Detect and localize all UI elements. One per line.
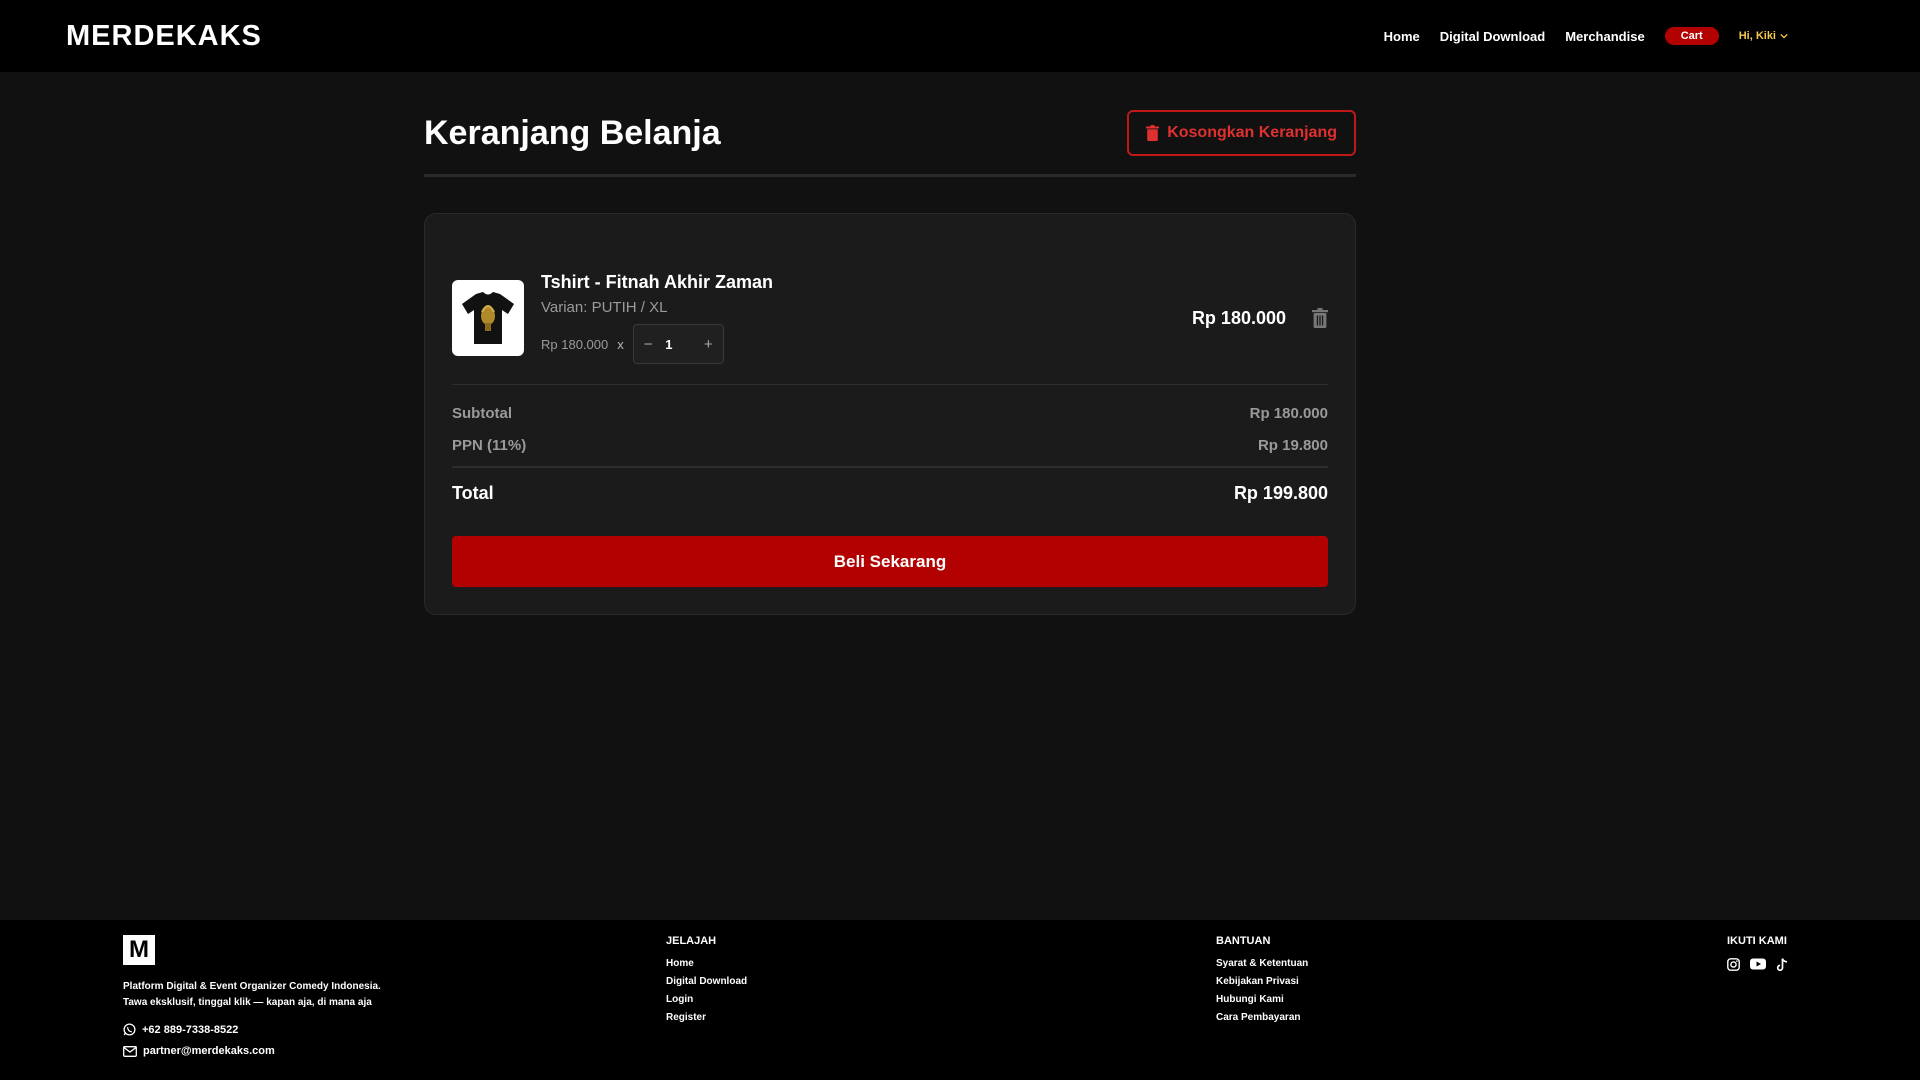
multiply-sign: x bbox=[617, 336, 624, 352]
item-name: Tshirt - Fitnah Akhir Zaman bbox=[541, 272, 774, 292]
tiktok-icon bbox=[1776, 958, 1788, 972]
cart-page: Keranjang Belanja Kosongkan Keranjang Ts bbox=[424, 72, 1356, 615]
social-links bbox=[1727, 958, 1788, 972]
footer-explore: JELAJAH Home Digital Download Login Regi… bbox=[666, 935, 747, 1030]
youtube-icon bbox=[1750, 958, 1766, 970]
footer-link-payment[interactable]: Cara Pembayaran bbox=[1216, 1012, 1308, 1023]
footer: M Platform Digital & Event Organizer Com… bbox=[0, 920, 1920, 1080]
tax-value: Rp 19.800 bbox=[1257, 437, 1328, 454]
empty-cart-button[interactable]: Kosongkan Keranjang bbox=[1127, 110, 1356, 156]
footer-link-digital-download[interactable]: Digital Download bbox=[666, 976, 747, 987]
whatsapp-icon bbox=[123, 1023, 136, 1036]
tax-row: PPN (11%) Rp 19.800 bbox=[452, 437, 1328, 468]
footer-link-register[interactable]: Register bbox=[666, 1012, 747, 1023]
explore-heading: JELAJAH bbox=[666, 935, 717, 947]
nav-home-link[interactable]: Home bbox=[1384, 29, 1420, 44]
item-info: Tshirt - Fitnah Akhir Zaman Varian: PUTI… bbox=[541, 272, 1192, 364]
tiktok-link[interactable] bbox=[1776, 958, 1788, 972]
instagram-icon bbox=[1727, 958, 1740, 971]
item-line-total: Rp 180.000 bbox=[1191, 307, 1286, 328]
help-heading: BANTUAN bbox=[1216, 935, 1271, 947]
footer-help: BANTUAN Syarat & Ketentuan Kebijakan Pri… bbox=[1216, 935, 1308, 1030]
total-value: Rp 199.800 bbox=[1233, 483, 1328, 503]
nav-links: Home Digital Download Merchandise Cart H… bbox=[1384, 27, 1788, 45]
product-thumbnail[interactable] bbox=[452, 280, 524, 356]
footer-email[interactable]: partner@merdekaks.com bbox=[123, 1045, 381, 1057]
footer-tagline: Platform Digital & Event Organizer Comed… bbox=[123, 979, 381, 1011]
quantity-stepper: − 1 + bbox=[632, 324, 724, 364]
follow-heading: IKUTI KAMI bbox=[1727, 935, 1787, 947]
trash-icon bbox=[1146, 125, 1160, 141]
navbar: MERDEKAKS Home Digital Download Merchand… bbox=[0, 0, 1920, 72]
total-label: Total bbox=[452, 483, 494, 503]
footer-link-login[interactable]: Login bbox=[666, 994, 747, 1005]
remove-item-button[interactable] bbox=[1312, 308, 1328, 328]
quantity-value[interactable]: 1 bbox=[665, 337, 691, 352]
cart-item: Tshirt - Fitnah Akhir Zaman Varian: PUTI… bbox=[452, 272, 1328, 385]
brand-logo[interactable]: MERDEKAKS bbox=[66, 20, 262, 53]
user-greeting: Hi, Kiki bbox=[1738, 30, 1776, 42]
tagline-line-1: Platform Digital & Event Organizer Comed… bbox=[123, 981, 381, 992]
nav-merchandise-link[interactable]: Merchandise bbox=[1565, 29, 1644, 44]
email-address: partner@merdekaks.com bbox=[143, 1045, 275, 1057]
youtube-link[interactable] bbox=[1750, 958, 1766, 972]
footer-brand: M Platform Digital & Event Organizer Com… bbox=[123, 935, 381, 1057]
chevron-down-icon bbox=[1780, 33, 1788, 39]
cart-card: Tshirt - Fitnah Akhir Zaman Varian: PUTI… bbox=[424, 213, 1356, 615]
footer-phone[interactable]: +62 889-7338-8522 bbox=[123, 1023, 381, 1036]
cart-button[interactable]: Cart bbox=[1664, 27, 1719, 45]
trash-icon bbox=[1312, 308, 1328, 328]
item-variant: Varian: PUTIH / XL bbox=[541, 299, 668, 316]
instagram-link[interactable] bbox=[1727, 958, 1740, 972]
page-title: Keranjang Belanja bbox=[424, 113, 721, 152]
empty-cart-label: Kosongkan Keranjang bbox=[1167, 124, 1337, 141]
footer-logo[interactable]: M bbox=[123, 935, 155, 965]
footer-follow: IKUTI KAMI bbox=[1727, 935, 1788, 972]
unit-price: Rp 180.000 bbox=[541, 336, 609, 352]
footer-link-privacy[interactable]: Kebijakan Privasi bbox=[1216, 976, 1308, 987]
quantity-line: Rp 180.000 x − 1 + bbox=[541, 324, 1192, 364]
total-row: Total Rp 199.800 bbox=[452, 483, 1328, 504]
subtotal-row: Subtotal Rp 180.000 bbox=[452, 405, 1328, 422]
footer-link-terms[interactable]: Syarat & Ketentuan bbox=[1216, 958, 1308, 969]
subtotal-value: Rp 180.000 bbox=[1249, 405, 1328, 422]
nav-digital-download-link[interactable]: Digital Download bbox=[1440, 29, 1545, 44]
decrease-quantity-button[interactable]: − bbox=[644, 336, 653, 353]
tax-label: PPN (11%) bbox=[452, 437, 527, 454]
buy-now-button[interactable]: Beli Sekarang bbox=[452, 536, 1328, 587]
increase-quantity-button[interactable]: + bbox=[704, 336, 713, 353]
tshirt-image bbox=[462, 292, 514, 344]
footer-link-contact[interactable]: Hubungi Kami bbox=[1216, 994, 1308, 1005]
page-header: Keranjang Belanja Kosongkan Keranjang bbox=[424, 110, 1356, 177]
user-menu[interactable]: Hi, Kiki bbox=[1739, 30, 1788, 42]
subtotal-label: Subtotal bbox=[452, 405, 512, 422]
phone-number: +62 889-7338-8522 bbox=[142, 1023, 239, 1036]
tagline-line-2: Tawa eksklusif, tinggal klik — kapan aja… bbox=[123, 997, 372, 1008]
mail-icon bbox=[123, 1045, 137, 1057]
footer-link-home[interactable]: Home bbox=[666, 958, 747, 969]
